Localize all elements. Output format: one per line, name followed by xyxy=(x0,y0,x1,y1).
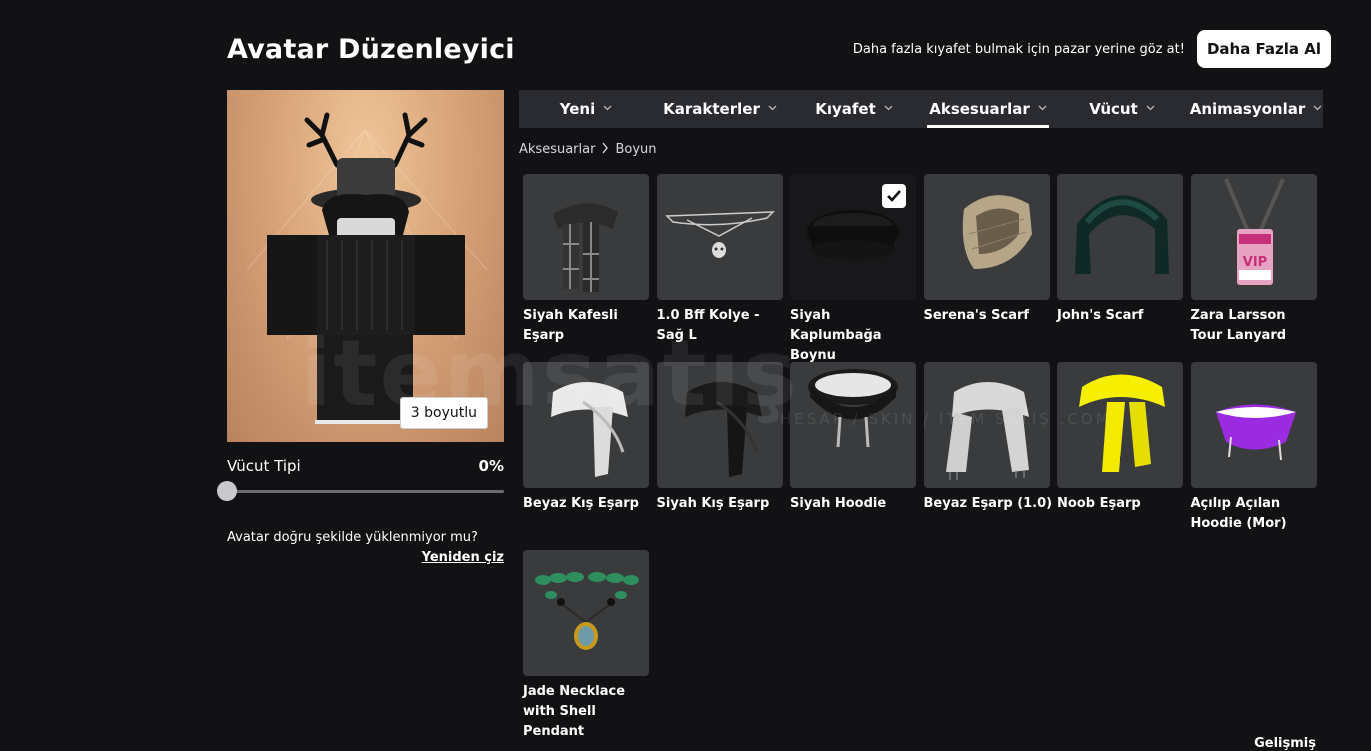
item-name[interactable]: Jade Necklace with Shell Pendant xyxy=(523,682,653,742)
chevron-down-icon xyxy=(768,104,777,114)
tab-aksesuarlar[interactable]: Aksesuarlar xyxy=(921,90,1055,128)
view-3d-button[interactable]: 3 boyutlu xyxy=(399,397,488,429)
checkmark-icon xyxy=(882,184,906,208)
tab-label: Karakterler xyxy=(663,100,760,118)
item-card[interactable]: Siyah Kafesli Eşarp xyxy=(523,174,649,362)
item-card[interactable]: Jade Necklace with Shell Pendant xyxy=(523,550,649,739)
promo-text: Daha fazla kıyafet bulmak için pazar yer… xyxy=(852,41,1185,57)
body-type-label: Vücut Tipi xyxy=(227,457,301,475)
item-thumbnail[interactable] xyxy=(523,550,649,676)
avatar-preview: 3 boyutlu xyxy=(227,90,504,442)
item-card[interactable]: 1.0 Bff Kolye - Sağ L xyxy=(656,174,783,362)
item-card[interactable]: ☺ Noob Eşarp xyxy=(1057,362,1183,550)
item-thumbnail[interactable] xyxy=(923,362,1050,488)
purple-hood-icon xyxy=(1215,404,1296,461)
item-name[interactable]: Beyaz Eşarp (1.0) xyxy=(924,494,1054,514)
tab-label: Vücut xyxy=(1089,100,1138,118)
tab-yeni[interactable]: Yeni xyxy=(519,90,653,128)
breadcrumb: Aksesuarlar Boyun xyxy=(519,142,657,158)
item-card[interactable]: Beyaz Eşarp (1.0) xyxy=(923,362,1052,550)
item-thumbnail[interactable] xyxy=(1190,362,1317,488)
svg-text:VIP: VIP xyxy=(1242,255,1266,270)
chevron-down-icon xyxy=(884,104,893,114)
item-name[interactable]: Siyah Kış Eşarp xyxy=(657,494,787,514)
item-name[interactable]: John's Scarf xyxy=(1057,306,1187,326)
page-title: Avatar Düzenleyici xyxy=(227,34,515,65)
item-card[interactable]: Siyah Kış Eşarp xyxy=(656,362,783,550)
chevron-down-icon xyxy=(1038,104,1047,114)
category-tabs: Yeni Karakterler Kıyafet Aksesuarlar Vücut An… xyxy=(519,90,1323,128)
item-name[interactable]: Zara Larsson Tour Lanyard xyxy=(1191,306,1321,346)
item-card[interactable]: John's Scarf xyxy=(1057,174,1183,362)
marketplace-promo: Daha fazla kıyafet bulmak için pazar yer… xyxy=(853,30,1331,68)
item-card[interactable]: Serena's Scarf xyxy=(923,174,1050,362)
tab-label: Animasyonlar xyxy=(1189,100,1306,118)
item-name[interactable]: Siyah Kaplumbağa Boynu xyxy=(790,306,920,366)
item-thumbnail[interactable]: ☺ xyxy=(1057,362,1183,488)
get-more-button[interactable]: Daha Fazla Al xyxy=(1196,30,1331,68)
item-name[interactable]: Serena's Scarf xyxy=(924,306,1054,326)
avatar-figure xyxy=(246,112,488,424)
item-card[interactable]: Siyah Kaplumbağa Boynu xyxy=(790,174,916,363)
item-card[interactable]: Siyah Hoodie xyxy=(790,362,916,550)
breadcrumb-neck: Boyun xyxy=(615,142,657,157)
yellow-scarf-icon: ☺ xyxy=(1079,374,1165,472)
chevron-right-icon xyxy=(601,142,609,158)
redraw-link[interactable]: Yeniden çiz xyxy=(227,550,504,565)
green-scarf-icon xyxy=(1075,195,1169,274)
beige-scarf-icon xyxy=(962,195,1032,269)
white-winter-scarf-icon xyxy=(551,382,628,477)
item-name[interactable]: Siyah Kafesli Eşarp xyxy=(523,306,653,346)
item-thumbnail[interactable] xyxy=(523,362,649,488)
white-scarf-icon xyxy=(945,382,1029,480)
item-thumbnail[interactable] xyxy=(790,174,916,300)
jade-necklace-icon xyxy=(535,572,639,650)
item-name[interactable]: Noob Eşarp xyxy=(1057,494,1187,514)
tab-label: Yeni xyxy=(559,100,596,118)
item-name[interactable]: Beyaz Kış Eşarp xyxy=(523,494,653,514)
vip-lanyard-icon: VIP xyxy=(1223,178,1285,285)
item-card[interactable]: Beyaz Kış Eşarp xyxy=(523,362,649,550)
avatar-help-text: Avatar doğru şekilde yüklenmiyor mu? xyxy=(227,530,478,545)
item-thumbnail[interactable] xyxy=(790,362,916,488)
item-thumbnail[interactable] xyxy=(923,174,1050,300)
slider-thumb[interactable] xyxy=(217,481,237,501)
chevron-down-icon xyxy=(1313,104,1322,114)
item-thumbnail[interactable] xyxy=(523,174,649,300)
breadcrumb-accessories[interactable]: Aksesuarlar xyxy=(519,142,595,158)
tab-kıyafet[interactable]: Kıyafet xyxy=(787,90,921,128)
body-type-row: Vücut Tipi 0% xyxy=(227,457,504,475)
tab-karakterler[interactable]: Karakterler xyxy=(653,90,787,128)
body-type-slider[interactable] xyxy=(217,481,504,501)
tab-label: Kıyafet xyxy=(815,100,876,118)
item-name[interactable]: 1.0 Bff Kolye - Sağ L xyxy=(657,306,787,346)
item-card[interactable]: Açılıp Açılan Hoodie (Mor) xyxy=(1190,362,1317,550)
item-grid: Siyah Kafesli Eşarp 1.0 Bff Kolye - Sağ L… xyxy=(523,174,1323,739)
item-thumbnail[interactable] xyxy=(656,362,783,488)
svg-text:☺: ☺ xyxy=(1119,454,1129,465)
tab-vücut[interactable]: Vücut xyxy=(1055,90,1189,128)
plaid-scarf-icon xyxy=(553,203,618,292)
item-name[interactable]: Açılıp Açılan Hoodie (Mor) xyxy=(1191,494,1321,534)
item-name[interactable]: Siyah Hoodie xyxy=(790,494,920,514)
item-thumbnail[interactable] xyxy=(1057,174,1183,300)
chevron-down-icon xyxy=(603,104,612,114)
black-winter-scarf-icon xyxy=(684,382,762,477)
tab-label: Aksesuarlar xyxy=(929,100,1030,118)
item-thumbnail[interactable]: VIP xyxy=(1190,174,1317,300)
body-type-value: 0% xyxy=(478,457,504,475)
hoodie-icon xyxy=(808,369,898,448)
tab-animasyonlar[interactable]: Animasyonlar xyxy=(1189,90,1323,128)
item-card[interactable]: VIP Zara Larsson Tour Lanyard xyxy=(1190,174,1317,362)
skull-necklace-icon xyxy=(664,211,775,258)
item-thumbnail[interactable] xyxy=(656,174,783,300)
chevron-down-icon xyxy=(1146,104,1155,114)
